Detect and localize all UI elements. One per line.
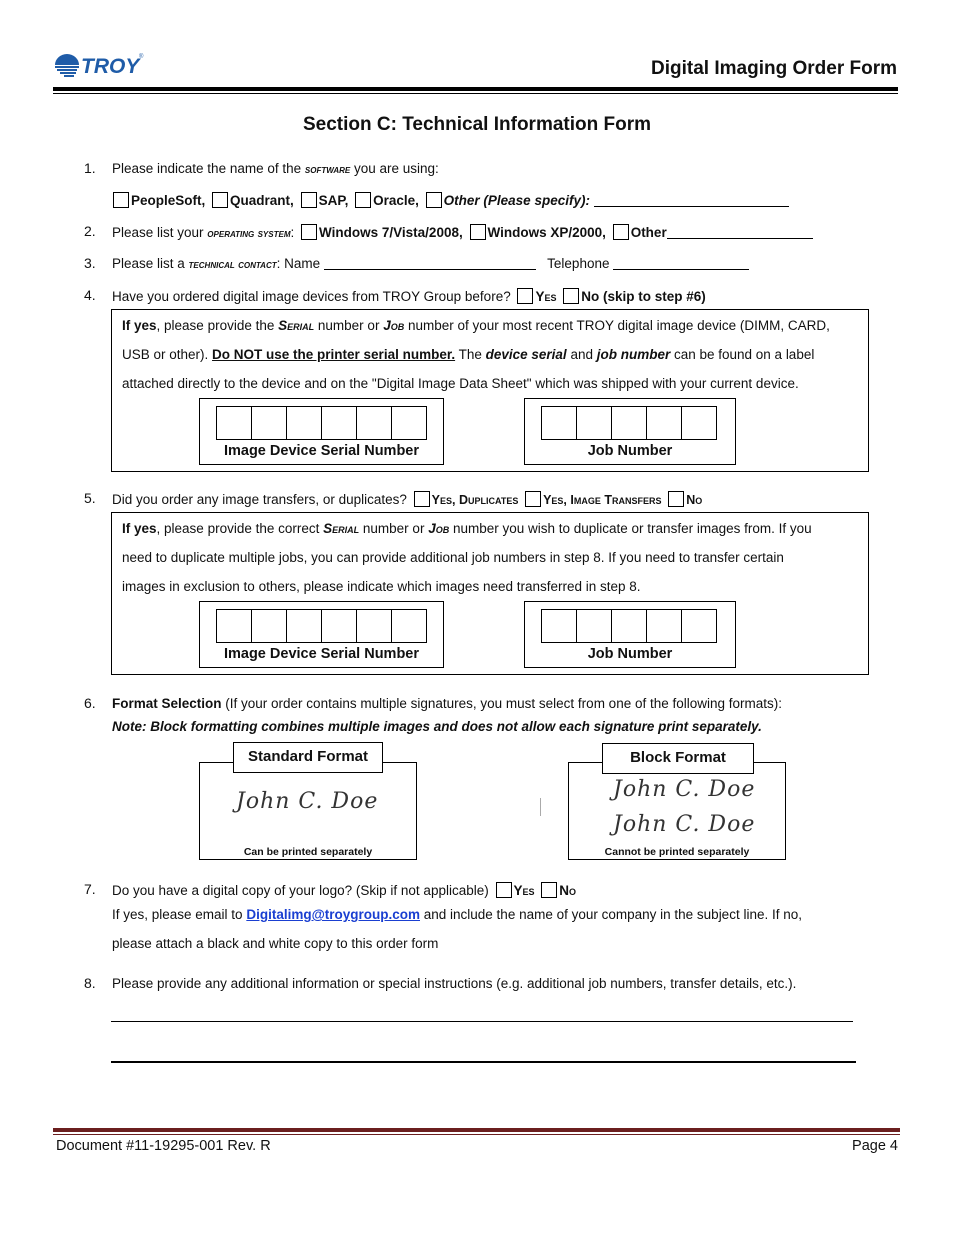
q3-question: Please list a technical contact: Name Te…: [112, 256, 750, 271]
registered-mark: ®: [139, 54, 144, 60]
standard-format-option[interactable]: John C. Doe Can be printed separately: [199, 762, 417, 860]
q4-question: Have you ordered digital image devices f…: [112, 288, 706, 304]
footer-rule-thin: [53, 1134, 900, 1135]
contact-telephone-field[interactable]: [613, 257, 750, 270]
q5-serial-cells[interactable]: [216, 609, 427, 643]
checkbox-q4-yes[interactable]: [517, 288, 534, 304]
q5-info-box: If yes, please provide the correct Seria…: [111, 512, 869, 675]
q4-serial-entry: Image Device Serial Number: [199, 398, 444, 465]
q5-question: Did you order any image transfers, or du…: [112, 491, 703, 507]
email-link[interactable]: Digitalimg@troygroup.com: [246, 907, 420, 922]
q5-job-entry: Job Number: [524, 601, 736, 668]
q7-instructions-2: please attach a black and white copy to …: [112, 936, 439, 951]
q5-job-cells[interactable]: [541, 609, 717, 643]
contact-name-field[interactable]: [323, 257, 536, 270]
q1-keyword: software: [304, 162, 351, 176]
q1-options: PeopleSoft, Quadrant, SAP, Oracle, Other…: [110, 192, 789, 208]
standard-signature: John C. Doe: [236, 789, 379, 814]
q1-question: Please indicate the name of the software…: [112, 161, 439, 176]
checkbox-q7-yes[interactable]: [495, 882, 512, 898]
q4-job-cells[interactable]: [541, 406, 717, 440]
header-rule-thin: [53, 93, 898, 94]
q5-serial-entry: Image Device Serial Number: [199, 601, 444, 668]
checkbox-quadrant[interactable]: [212, 192, 229, 208]
q3-keyword: technical contact: [188, 257, 277, 271]
q6-question: Format Selection (If your order contains…: [112, 696, 783, 711]
q2-number: 2.: [84, 223, 96, 239]
additional-info-line-2[interactable]: [111, 1061, 856, 1063]
q4-serial-cells[interactable]: [216, 406, 427, 440]
troy-globe-icon: [55, 54, 79, 77]
checkbox-yes-duplicates[interactable]: [413, 491, 430, 507]
q6-note: Note: Block formatting combines multiple…: [112, 719, 762, 734]
q7-instructions: If yes, please email to Digitalimg@troyg…: [112, 907, 802, 922]
additional-info-line-1[interactable]: [111, 1021, 853, 1022]
troy-logo: TROY ®: [53, 52, 148, 80]
footer-rule: [53, 1128, 900, 1132]
checkbox-windowsxp[interactable]: [469, 224, 486, 240]
other-software-field[interactable]: [593, 194, 789, 207]
block-signature-2: John C. Doe: [613, 812, 756, 837]
page-number: Page 4: [852, 1138, 898, 1154]
q3-number: 3.: [84, 255, 96, 271]
standard-format-label: Standard Format: [233, 742, 383, 773]
q1-number: 1.: [84, 160, 96, 176]
page-title: Digital Imaging Order Form: [651, 58, 897, 79]
q5-number: 5.: [84, 490, 96, 506]
q8-question: Please provide any additional informatio…: [112, 976, 797, 991]
checkbox-other-software[interactable]: [425, 192, 442, 208]
checkbox-other-os[interactable]: [612, 224, 629, 240]
checkbox-peoplesoft[interactable]: [113, 192, 129, 208]
block-signature-1: John C. Doe: [613, 777, 756, 802]
other-os-field[interactable]: [666, 226, 813, 239]
logo-text: TROY: [81, 55, 140, 78]
q4-info-box: If yes, please provide the Serial number…: [111, 309, 869, 472]
header-rule: [53, 87, 898, 91]
checkbox-oracle[interactable]: [355, 192, 372, 208]
checkbox-q7-no[interactable]: [541, 882, 558, 898]
q7-number: 7.: [84, 881, 96, 897]
q4-job-entry: Job Number: [524, 398, 736, 465]
q2-keyword: operating system: [207, 226, 291, 240]
q2-question: Please list your operating system: Windo…: [112, 224, 813, 240]
block-format-label: Block Format: [602, 743, 754, 774]
checkbox-windows7[interactable]: [301, 224, 318, 240]
checkbox-sap[interactable]: [300, 192, 317, 208]
section-title: Section C: Technical Information Form: [302, 114, 651, 135]
document-number: Document #11-19295-001 Rev. R: [56, 1138, 271, 1154]
block-caption: Cannot be printed separately: [604, 846, 750, 858]
q8-number: 8.: [84, 975, 96, 991]
checkbox-q5-no[interactable]: [668, 491, 685, 507]
q7-question: Do you have a digital copy of your logo?…: [112, 882, 577, 898]
block-format-option[interactable]: John C. Doe John C. Doe Cannot be printe…: [568, 762, 786, 860]
checkbox-q4-no[interactable]: [563, 288, 580, 304]
standard-caption: Can be printed separately: [243, 846, 373, 858]
checkbox-yes-image-transfers[interactable]: [525, 491, 542, 507]
q4-number: 4.: [84, 287, 96, 303]
divider-mark: [540, 798, 541, 816]
q6-number: 6.: [84, 695, 96, 711]
